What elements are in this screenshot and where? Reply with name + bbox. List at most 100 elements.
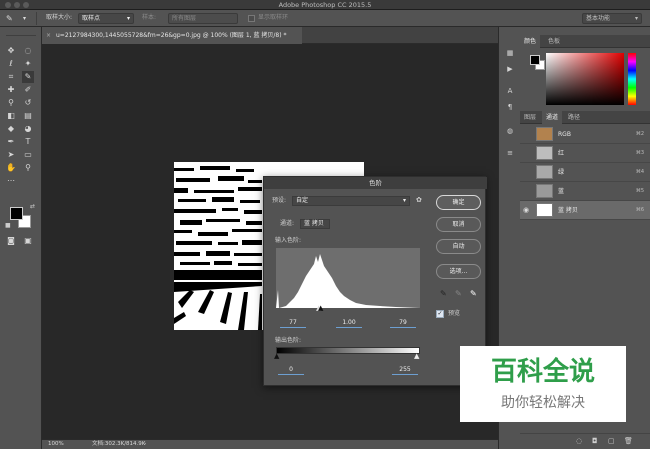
sample-size-select[interactable]: 取样点 ▾ [78, 13, 134, 24]
marquee-tool-icon[interactable]: ◌ [22, 45, 34, 57]
channel-row[interactable]: 红 ⌘3 [520, 144, 650, 163]
hand-tool-icon[interactable]: ✋ [5, 162, 17, 174]
save-selection-icon[interactable]: ◘ [592, 437, 598, 445]
input-gamma-field[interactable]: 1.00 [336, 318, 362, 328]
white-point-eyedropper-icon[interactable]: ✎ [470, 289, 477, 298]
load-selection-icon[interactable]: ◌ [576, 437, 582, 445]
output-black-field[interactable]: 0 [278, 365, 304, 375]
tab-swatches[interactable]: 色板 [544, 35, 564, 48]
properties-panel-icon[interactable]: ◍ [504, 125, 516, 137]
eraser-tool-icon[interactable]: ◧ [5, 110, 17, 122]
preset-gear-icon[interactable]: ✿ [416, 196, 422, 205]
ok-button[interactable]: 确定 [436, 195, 481, 210]
lasso-tool-icon[interactable]: ℓ [5, 58, 17, 70]
black-point-eyedropper-icon[interactable]: ✎ [440, 289, 447, 298]
color-field[interactable] [546, 53, 624, 105]
swap-colors-icon[interactable]: ⇄ [30, 203, 35, 210]
histogram-graph [276, 254, 420, 308]
channel-name: 蓝 [558, 188, 565, 195]
blur-tool-icon[interactable]: ◆ [5, 123, 17, 135]
healing-brush-icon[interactable]: ✚ [5, 84, 17, 96]
preset-select[interactable]: 自定 ▾ [292, 196, 410, 206]
move-tool-icon[interactable]: ✥ [5, 45, 17, 57]
tool-preset-chevron-icon[interactable]: ▾ [23, 13, 26, 24]
channel-shortcut: ⌘6 [635, 207, 644, 213]
channel-row[interactable]: ◉ 蓝 拷贝 ⌘6 [520, 201, 650, 220]
gray-point-eyedropper-icon[interactable]: ✎ [455, 289, 462, 298]
channel-row[interactable]: 蓝 ⌘5 [520, 182, 650, 201]
sample-select[interactable]: 所有图层 [168, 13, 238, 24]
crop-tool-icon[interactable]: ⌗ [5, 71, 17, 83]
close-tab-icon[interactable]: × [46, 27, 51, 44]
status-arrow-icon[interactable]: › [144, 440, 146, 449]
preview-label: 预览 [448, 310, 461, 317]
screen-mode-icon[interactable]: ▣ [22, 235, 34, 247]
type-tool-icon[interactable]: T [22, 136, 34, 148]
channel-select[interactable]: 蓝 拷贝 [300, 219, 330, 229]
sample-size-value: 取样点 [82, 15, 101, 22]
zoom-level[interactable]: 100% [48, 440, 64, 449]
history-brush-icon[interactable]: ↺ [22, 97, 34, 109]
output-white-slider[interactable]: ▲ [414, 353, 419, 360]
channel-name: 绿 [558, 169, 565, 176]
input-white-field[interactable]: 79 [390, 318, 416, 328]
rectangle-tool-icon[interactable]: ▭ [22, 149, 34, 161]
tab-paths[interactable]: 路径 [564, 111, 584, 124]
visibility-eye-icon[interactable] [523, 148, 533, 158]
adjustments-panel-icon[interactable]: ≡ [504, 147, 516, 159]
delete-channel-icon[interactable]: 🗑 [624, 437, 633, 445]
workspace-value: 基本功能 [586, 15, 611, 22]
hue-slider[interactable] [628, 53, 636, 105]
auto-button[interactable]: 自动 [436, 239, 481, 254]
default-colors-icon[interactable]: ■ [5, 222, 11, 229]
input-black-slider[interactable]: ▲ [318, 305, 323, 312]
output-levels-label: 输出色阶: [275, 337, 302, 344]
more-tools-icon[interactable]: ⋯ [5, 175, 17, 187]
tab-color[interactable]: 颜色 [520, 35, 541, 48]
show-ring-label: 显示取样环 [258, 14, 289, 21]
tools-panel: ✥ ◌ ℓ ✦ ⌗ ✎ ✚ ✐ ⚲ ↺ ◧ ▤ ◆ ◕ ✒ T ➤ ▭ ✋ ⚲ … [0, 27, 42, 449]
channels-panel-tabs: 图层 通道 路径 [520, 111, 650, 124]
quick-mask-icon[interactable]: ◙ [5, 235, 17, 247]
channel-shortcut: ⌘4 [635, 169, 644, 175]
document-size: 文档:302.3K/814.9K [92, 441, 146, 447]
clone-stamp-icon[interactable]: ⚲ [5, 97, 17, 109]
visibility-eye-icon[interactable]: ◉ [523, 205, 533, 215]
visibility-eye-icon[interactable] [523, 129, 533, 139]
channel-row[interactable]: RGB ⌘2 [520, 125, 650, 144]
gradient-tool-icon[interactable]: ▤ [22, 110, 34, 122]
history-panel-icon[interactable]: ▦ [504, 47, 516, 59]
show-ring-checkbox[interactable] [248, 15, 255, 22]
channel-thumbnail [536, 165, 553, 179]
tab-channels[interactable]: 通道 [542, 111, 563, 124]
pen-tool-icon[interactable]: ✒ [5, 136, 17, 148]
actions-panel-icon[interactable]: ▶ [504, 63, 516, 75]
input-levels-label: 输入色阶: [275, 237, 302, 244]
brush-tool-icon[interactable]: ✐ [22, 84, 34, 96]
magic-wand-tool-icon[interactable]: ✦ [22, 58, 34, 70]
channel-row[interactable]: 绿 ⌘4 [520, 163, 650, 182]
new-channel-icon[interactable]: ▢ [608, 437, 615, 445]
path-selection-icon[interactable]: ➤ [5, 149, 17, 161]
eyedropper-tool-icon[interactable]: ✎ [22, 71, 34, 83]
paragraph-panel-icon[interactable]: ¶ [504, 101, 516, 113]
output-white-field[interactable]: 255 [392, 365, 418, 375]
options-button[interactable]: 选项... [436, 264, 481, 279]
tab-layers[interactable]: 图层 [520, 111, 540, 124]
input-black-field[interactable]: 77 [280, 318, 306, 328]
document-tab[interactable]: × u=2127984300,1445055728&fm=26&gp=0.jpg… [42, 27, 302, 44]
color-panel-foreground[interactable] [530, 55, 540, 65]
preview-checkbox[interactable]: ✓ [436, 310, 444, 318]
foreground-color-swatch[interactable] [10, 207, 23, 220]
workspace-select[interactable]: 基本功能 ▾ [582, 13, 642, 24]
zoom-tool-icon[interactable]: ⚲ [22, 162, 34, 174]
visibility-eye-icon[interactable] [523, 167, 533, 177]
output-black-slider[interactable]: ▲ [274, 353, 279, 360]
sample-label: 样本: [142, 14, 157, 21]
cancel-button[interactable]: 取消 [436, 217, 481, 232]
character-panel-icon[interactable]: A [504, 85, 516, 97]
sample-size-label: 取样大小: [46, 14, 73, 21]
eyedropper-tool-icon[interactable]: ✎ [6, 13, 20, 24]
visibility-eye-icon[interactable] [523, 186, 533, 196]
dodge-tool-icon[interactable]: ◕ [22, 123, 34, 135]
